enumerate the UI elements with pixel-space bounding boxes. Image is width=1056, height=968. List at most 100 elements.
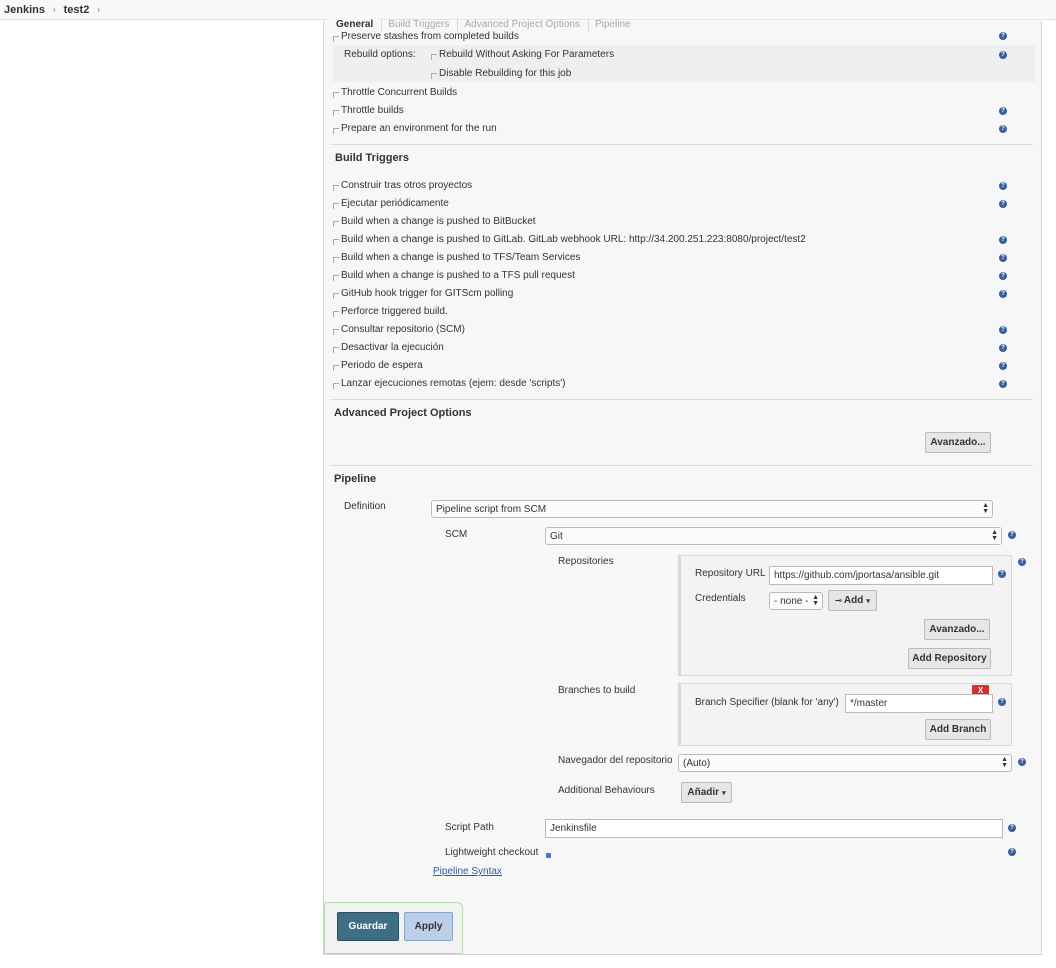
help-icon[interactable]: ? — [999, 107, 1007, 115]
section-title-advanced-project-options: Advanced Project Options — [334, 407, 472, 419]
checkbox[interactable] — [431, 73, 437, 79]
save-button[interactable]: Guardar — [337, 912, 399, 941]
checkbox[interactable] — [333, 257, 339, 263]
help-icon[interactable]: ? — [998, 570, 1006, 578]
option-throttle-builds[interactable]: Throttle builds — [333, 102, 1033, 118]
trigger-quiet-period[interactable]: Periodo de espera — [333, 357, 1033, 373]
checkbox[interactable] — [333, 128, 339, 134]
breadcrumb-jenkins[interactable]: Jenkins — [4, 4, 45, 16]
trigger-disable-build[interactable]: Desactivar la ejecución — [333, 339, 1033, 355]
option-label: Consultar repositorio (SCM) — [341, 323, 465, 335]
help-icon[interactable]: ? — [999, 182, 1007, 190]
checkbox[interactable] — [333, 293, 339, 299]
definition-value: Pipeline script from SCM — [436, 503, 547, 515]
apply-button[interactable]: Apply — [404, 912, 453, 941]
help-icon[interactable]: ? — [999, 254, 1007, 262]
option-label: Build when a change is pushed to GitLab.… — [341, 233, 806, 245]
checkbox[interactable] — [333, 203, 339, 209]
trigger-build-periodically[interactable]: Ejecutar periódicamente — [333, 195, 1033, 211]
scm-select[interactable]: Git ▲ ▼ — [545, 527, 1002, 545]
credentials-select[interactable]: - none - ▲ ▼ — [769, 592, 823, 610]
help-icon[interactable]: ? — [999, 362, 1007, 370]
help-icon[interactable]: ? — [999, 344, 1007, 352]
checkbox[interactable] — [333, 239, 339, 245]
help-icon[interactable]: ? — [999, 236, 1007, 244]
checkbox[interactable] — [333, 365, 339, 371]
checkbox[interactable] — [333, 92, 339, 98]
breadcrumb-project[interactable]: test2 — [64, 4, 90, 16]
section-title-pipeline: Pipeline — [334, 473, 377, 485]
option-label: Build when a change is pushed to BitBuck… — [341, 215, 536, 227]
help-icon[interactable]: ? — [999, 51, 1007, 59]
repository-url-input[interactable]: https://github.com/jportasa/ansible.git — [769, 566, 993, 585]
lightweight-checkout-checkbox[interactable] — [546, 853, 551, 858]
add-behaviour-button[interactable]: Añadir ▾ — [681, 782, 732, 803]
option-disable-rebuilding[interactable]: Disable Rebuilding for this job — [431, 65, 731, 81]
repository-browser-select[interactable]: (Auto) ▲ ▼ — [678, 754, 1012, 772]
checkbox[interactable] — [333, 185, 339, 191]
option-label: Throttle Concurrent Builds — [341, 86, 458, 98]
tab-build-triggers[interactable]: Build Triggers — [382, 18, 459, 32]
help-icon[interactable]: ? — [998, 698, 1006, 706]
breadcrumb-chevron-icon[interactable]: › — [97, 5, 100, 14]
help-icon[interactable]: ? — [999, 125, 1007, 133]
trigger-gitlab[interactable]: Build when a change is pushed to GitLab.… — [333, 231, 1033, 247]
option-rebuild-without-asking[interactable]: Rebuild Without Asking For Parameters — [431, 46, 731, 62]
trigger-tfs-pull-request[interactable]: Build when a change is pushed to a TFS p… — [333, 267, 1033, 283]
checkbox[interactable] — [333, 275, 339, 281]
add-branch-button[interactable]: Add Branch — [925, 719, 991, 740]
help-icon[interactable]: ? — [1018, 758, 1026, 766]
script-path-label: Script Path — [445, 822, 494, 833]
help-icon[interactable]: ? — [999, 272, 1007, 280]
help-icon[interactable]: ? — [1018, 558, 1026, 566]
trigger-github-hook[interactable]: GitHub hook trigger for GITScm polling — [333, 285, 1033, 301]
checkbox[interactable] — [333, 329, 339, 335]
help-icon[interactable]: ? — [999, 326, 1007, 334]
add-behaviour-label: Añadir — [687, 787, 720, 798]
add-repository-button[interactable]: Add Repository — [908, 648, 991, 669]
help-icon[interactable]: ? — [999, 380, 1007, 388]
add-button-label: Add — [843, 595, 864, 606]
checkbox[interactable] — [431, 54, 437, 60]
help-icon[interactable]: ? — [1008, 824, 1016, 832]
checkbox[interactable] — [333, 311, 339, 317]
pipeline-syntax-link[interactable]: Pipeline Syntax — [433, 866, 502, 877]
trigger-remote-builds[interactable]: Lanzar ejecuciones remotas (ejem: desde … — [333, 375, 1033, 391]
option-label: Disable Rebuilding for this job — [439, 67, 572, 79]
trigger-perforce[interactable]: Perforce triggered build. — [333, 303, 1033, 319]
help-icon[interactable]: ? — [999, 200, 1007, 208]
checkbox[interactable] — [333, 110, 339, 116]
trigger-poll-scm[interactable]: Consultar repositorio (SCM) — [333, 321, 1033, 337]
option-label: Ejecutar periódicamente — [341, 197, 449, 209]
lightweight-checkout-label: Lightweight checkout — [445, 847, 539, 858]
trigger-build-after-other-projects[interactable]: Construir tras otros proyectos — [333, 177, 1033, 193]
option-throttle-concurrent[interactable]: Throttle Concurrent Builds — [333, 84, 1033, 100]
option-label: Build when a change is pushed to TFS/Tea… — [341, 251, 581, 263]
add-credentials-button[interactable]: ⊸ Add ▾ — [828, 590, 877, 611]
credentials-value: - none - — [774, 595, 809, 607]
credentials-label: Credentials — [695, 593, 746, 604]
checkbox[interactable] — [333, 36, 339, 42]
advanced-options-button[interactable]: Avanzado... — [925, 432, 991, 453]
trigger-bitbucket[interactable]: Build when a change is pushed to BitBuck… — [333, 213, 1033, 229]
definition-label: Definition — [344, 501, 386, 512]
breadcrumb-chevron-icon[interactable]: › — [53, 5, 56, 14]
tab-advanced-project-options[interactable]: Advanced Project Options — [458, 18, 590, 32]
repository-url-label: Repository URL — [695, 568, 766, 579]
trigger-tfs[interactable]: Build when a change is pushed to TFS/Tea… — [333, 249, 1033, 265]
option-prepare-environment[interactable]: Prepare an environment for the run — [333, 120, 1033, 136]
tab-pipeline[interactable]: Pipeline — [589, 18, 639, 32]
script-path-input[interactable]: Jenkinsfile — [545, 819, 1003, 838]
help-icon[interactable]: ? — [1008, 848, 1016, 856]
checkbox[interactable] — [333, 221, 339, 227]
option-label: Preserve stashes from completed builds — [341, 30, 519, 42]
repository-advanced-button[interactable]: Avanzado... — [924, 619, 990, 640]
checkbox[interactable] — [333, 383, 339, 389]
definition-select[interactable]: Pipeline script from SCM ▲ ▼ — [431, 500, 993, 518]
tab-general[interactable]: General — [330, 18, 383, 32]
help-icon[interactable]: ? — [999, 290, 1007, 298]
help-icon[interactable]: ? — [1008, 531, 1016, 539]
help-icon[interactable]: ? — [999, 32, 1007, 40]
checkbox[interactable] — [333, 347, 339, 353]
branch-specifier-input[interactable]: */master — [845, 694, 993, 713]
